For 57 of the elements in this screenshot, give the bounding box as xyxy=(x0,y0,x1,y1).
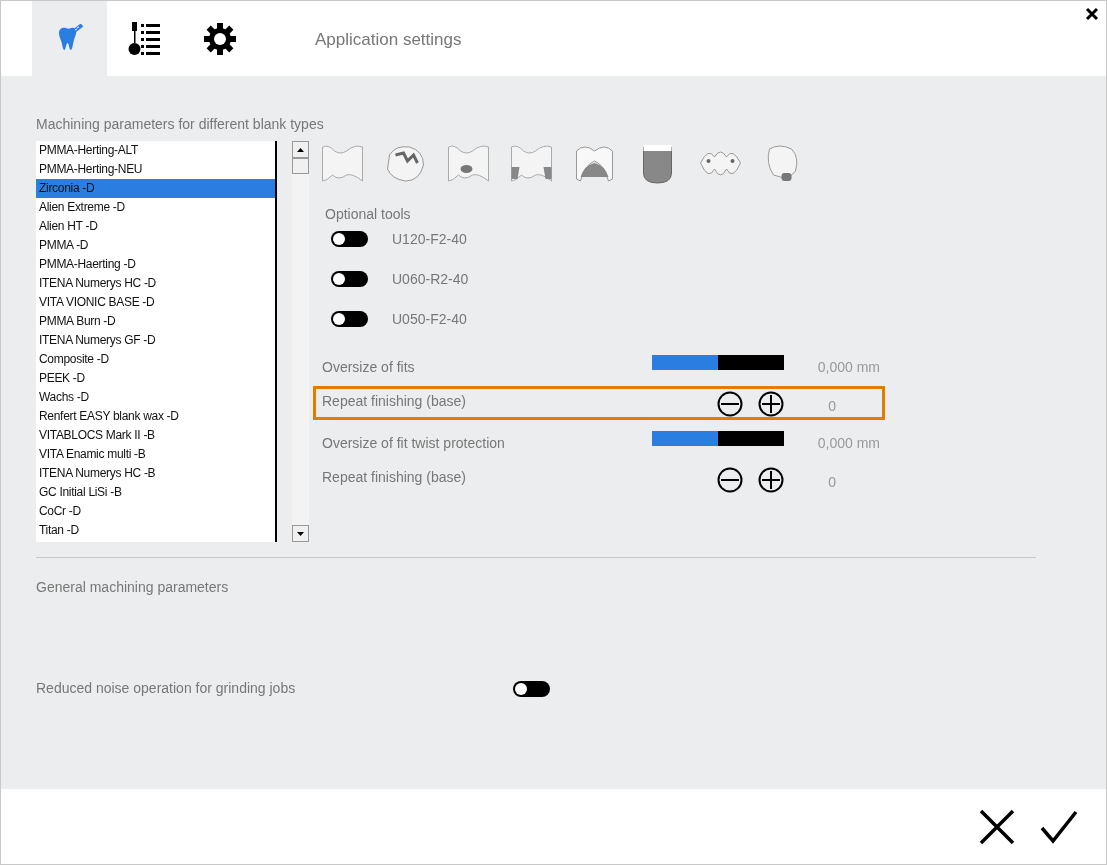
tool-label: U120-F2-40 xyxy=(392,229,467,249)
list-item[interactable]: ITENA Numerys GF -D xyxy=(36,331,275,350)
toggle-switch[interactable] xyxy=(331,231,368,247)
decrement-button[interactable] xyxy=(717,391,743,417)
header-title: Application settings xyxy=(315,29,462,51)
optional-tools-title: Optional tools xyxy=(325,205,412,224)
dental-model-icon xyxy=(446,143,491,185)
parameter-value: 0,000 mm xyxy=(816,358,880,377)
toggle-switch[interactable] xyxy=(331,311,368,327)
list-item[interactable]: Zirconia -D xyxy=(36,179,275,198)
parameter-value: 0 xyxy=(827,396,837,416)
scrollbar[interactable] xyxy=(292,141,309,542)
list-item[interactable]: Alien HT -D xyxy=(36,217,275,236)
setting-label: Reduced noise operation for grinding jobs xyxy=(36,679,297,698)
list-item[interactable]: Composite -D xyxy=(36,350,275,369)
section-title: General machining parameters xyxy=(36,578,230,597)
list-item[interactable]: ITENA Numerys HC -D xyxy=(36,274,275,293)
list-item[interactable]: PMMA-Herting-ALT xyxy=(36,141,275,160)
parameter-value: 0,000 mm xyxy=(816,434,880,453)
settings-icon xyxy=(202,21,237,56)
toggle-switch[interactable] xyxy=(513,680,550,697)
dental-model-icon xyxy=(320,143,365,185)
list-item[interactable]: PMMA-Herting-NEU xyxy=(36,160,275,179)
parameter-value: 0 xyxy=(827,472,837,492)
tool-list-icon xyxy=(126,21,163,56)
scroll-down-icon[interactable] xyxy=(292,525,309,542)
list-item[interactable]: VITA Enamic multi -B xyxy=(36,445,275,464)
list-item[interactable]: CoCr -D xyxy=(36,502,275,521)
tool-label: U060-R2-40 xyxy=(392,269,469,289)
scroll-up-icon[interactable] xyxy=(292,141,309,158)
list-item[interactable]: Alien Extreme -D xyxy=(36,198,275,217)
list-item[interactable]: GC Initial LiSi -B xyxy=(36,483,275,502)
increment-button[interactable] xyxy=(758,467,784,493)
section-title: Machining parameters for different blank types xyxy=(36,115,325,134)
list-item[interactable]: PMMA Burn -D xyxy=(36,312,275,331)
scroll-thumb[interactable] xyxy=(292,158,309,174)
list-item[interactable]: PMMA -D xyxy=(36,236,275,255)
list-item[interactable]: Wachs -D xyxy=(36,388,275,407)
list-item[interactable]: VITABLOCS Mark II -B xyxy=(36,426,275,445)
list-item[interactable]: Renfert EASY blank wax -D xyxy=(36,407,275,426)
dental-model-icon xyxy=(509,143,554,185)
parameter-label: Repeat finishing (base) xyxy=(322,468,467,487)
parameter-label: Oversize of fit twist protection xyxy=(322,434,506,453)
decrement-button[interactable] xyxy=(717,467,743,493)
slider[interactable] xyxy=(652,431,784,446)
increment-button[interactable] xyxy=(758,391,784,417)
toggle-switch[interactable] xyxy=(331,271,368,287)
list-item[interactable]: Titan -D xyxy=(36,521,275,540)
list-item[interactable]: VITA VIONIC BASE -D xyxy=(36,293,275,312)
parameter-label: Repeat finishing (base) xyxy=(322,392,467,411)
list-item[interactable]: PEEK -D xyxy=(36,369,275,388)
list-item[interactable]: ITENA Numerys HC -B xyxy=(36,464,275,483)
tool-label: U050-F2-40 xyxy=(392,309,467,329)
parameter-label: Oversize of fits xyxy=(322,358,416,377)
slider[interactable] xyxy=(652,355,784,370)
cancel-button[interactable] xyxy=(978,807,1016,846)
list-item[interactable]: PMMA-Haerting -D xyxy=(36,255,275,274)
